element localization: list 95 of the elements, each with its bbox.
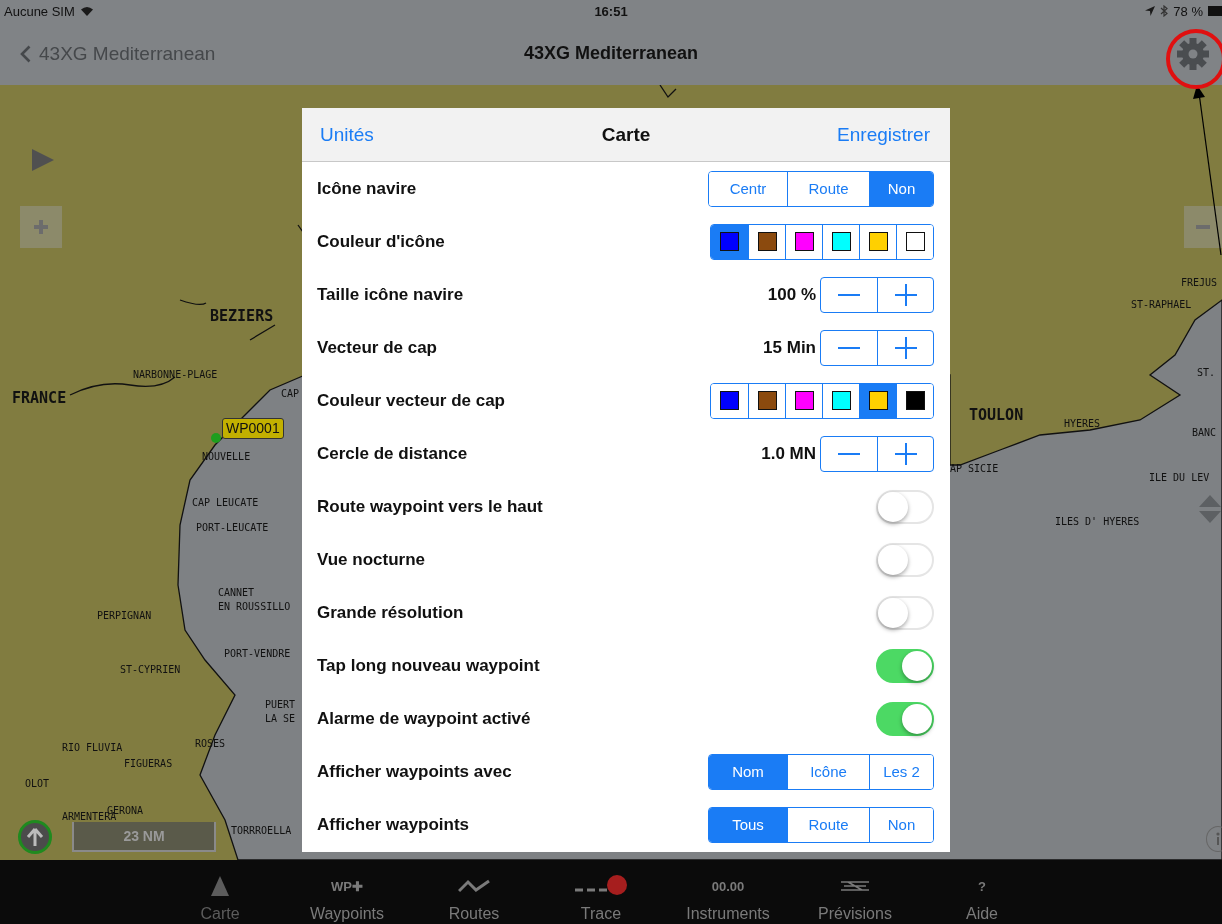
map-place-label: ILE DU LEV [1149,472,1210,484]
tab-bar-item[interactable]: Routes [410,860,538,924]
chevron-left-icon [20,44,31,63]
map-place-label: NARBONNE-PLAGE [133,369,218,381]
units-button[interactable]: Unités [320,123,374,146]
map-place-label: ST-CYPRIEN [120,664,181,676]
triangle-icon [211,876,229,896]
bluetooth-icon [1160,5,1169,17]
settings-icon[interactable] [1176,36,1210,71]
tab-bar-item[interactable]: 00.00 Instruments [664,860,792,924]
minus-icon [838,451,860,456]
map-place-label: PORT-VENDRE [224,648,291,660]
map-place-label: FIGUERAS [124,758,173,770]
toggle-switch[interactable] [876,701,934,736]
tab-bar-item[interactable]: ? Aide [918,860,1046,924]
segment-option[interactable]: Non [869,171,933,206]
color-swatch[interactable] [896,383,933,418]
plus-icon [894,336,917,359]
back-button[interactable]: 43XG Mediterranean [20,42,216,65]
map-place-label: PERPIGNAN [97,610,152,622]
plus-icon [894,283,917,306]
map-place-label: CAP LEUCATE [192,497,259,509]
arrow-up-icon [26,827,44,847]
segment-option[interactable]: Non [869,807,933,842]
segment-option[interactable]: Les 2 [869,754,933,789]
map-place-label: CAP [281,388,300,400]
color-swatch[interactable] [859,383,896,418]
save-button[interactable]: Enregistrer [837,123,930,146]
map-place-label: AP SICIE [950,463,999,475]
map-place-label: LA SE [265,713,296,725]
segment-option[interactable]: Nom [709,754,787,789]
map-place-label: ST. [1197,367,1216,379]
map-place-label: TOULON [969,407,1024,424]
map-place-label: FRANCE [12,390,67,407]
zoom-out-button[interactable] [1184,206,1222,248]
map-place-label: HYERES [1064,418,1101,430]
map-place-label: BANC [1192,427,1217,439]
map-place-label: TORRROELLA [231,825,292,837]
setting-label: Couleur d'icône [317,231,445,252]
scale-bar: 23 NM [72,822,216,852]
wifi-icon [79,5,94,17]
setting-label: Vue nocturne [317,549,425,570]
tab-bar-item[interactable]: WP✚ Waypoints [283,860,411,924]
map-place-label: PORT-LEUCATE [196,522,269,534]
map-place-label: PUERT [265,699,296,711]
annotation-circle [1166,29,1222,89]
setting-label: Tap long nouveau waypoint [317,655,540,676]
map-place-label: RIO FLUVIA [62,742,123,754]
up-down-arrows-icon[interactable] [1198,494,1222,524]
minus-icon [838,345,860,350]
plus-icon [894,442,917,465]
setting-label: Afficher waypoints [317,814,470,835]
location-icon [1145,6,1156,16]
setting-label: Alarme de waypoint activé [317,708,531,729]
color-swatch[interactable] [711,224,748,259]
battery-percent: 78 % [1173,3,1203,19]
map-place-label: ST-RAPHAEL [1131,299,1192,311]
waypoint-tag[interactable]: WP0001 [222,418,284,439]
battery-icon [1208,6,1222,16]
stepper-control[interactable] [820,329,934,366]
minus-icon [838,292,860,297]
map-place-label: OLOT [25,778,50,790]
tab-bar-item[interactable]: Prévisions [791,860,919,924]
carrier-text: Aucune SIM [4,3,75,19]
setting-value: 100 % [767,284,816,305]
setting-value: 15 Min [763,337,816,358]
setting-label: Icône navire [317,178,417,199]
wind-icon [840,879,870,893]
clock-text: 16:51 [594,3,628,19]
segment-option[interactable]: Tous [709,807,787,842]
setting-label: Grande résolution [317,602,464,623]
color-swatch[interactable] [896,224,933,259]
plus-icon [33,219,49,235]
setting-label: Afficher waypoints avec [317,761,512,782]
tab-bar-item[interactable]: Trace [537,860,665,924]
setting-label: Vecteur de cap [317,337,437,358]
setting-label: Cercle de distance [317,443,468,464]
map-place-label: ILES D' HYERES [1055,516,1140,528]
nav-title: 43XG Mediterranean [523,43,699,64]
map-place-label: CANNET [218,587,255,599]
waypoint-dot[interactable] [211,433,221,443]
stepper-control[interactable] [820,276,934,313]
popover-title: Carte [601,123,651,146]
setting-label: Taille icône navire [317,284,464,305]
tab-bar-item[interactable]: Carte [156,860,284,924]
map-place-label: FREJUS [1181,277,1218,289]
setting-label: Route waypoint vers le haut [317,496,543,517]
setting-label: Couleur vecteur de cap [317,390,505,411]
toggle-switch[interactable] [876,648,934,683]
setting-value: 1.0 MN [761,443,816,464]
map-place-label: BEZIERS [210,308,274,325]
stepper-control[interactable] [820,435,934,472]
map-place-label: EN ROUSSILLO [218,601,291,613]
trace-icon [573,874,629,898]
zigzag-icon [458,879,490,893]
